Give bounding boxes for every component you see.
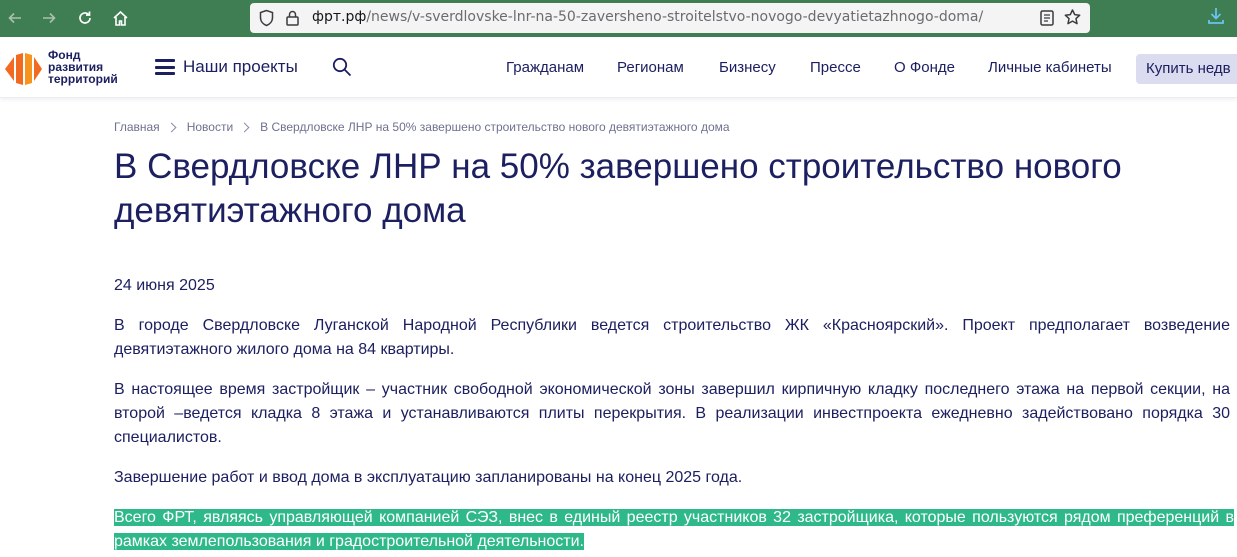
forward-button[interactable] xyxy=(36,6,62,30)
nav-item-press[interactable]: Прессе xyxy=(810,59,861,76)
chevron-right-icon xyxy=(239,122,250,132)
logo-line-3: территорий xyxy=(48,72,118,86)
nav-item-regions[interactable]: Регионам xyxy=(617,59,684,76)
lock-icon[interactable] xyxy=(285,9,300,27)
downloads-button[interactable] xyxy=(1206,6,1226,30)
address-bar[interactable]: фрт.рф/news/v-sverdlovske-lnr-na-50-zave… xyxy=(250,3,1090,33)
shield-icon[interactable] xyxy=(258,9,275,27)
reader-view-icon[interactable] xyxy=(1039,9,1055,27)
site-header: Фонд развития территорий Наши проекты Гр… xyxy=(0,37,1237,98)
home-button[interactable] xyxy=(107,6,133,30)
bookmark-star-icon[interactable] xyxy=(1063,8,1082,27)
reload-button[interactable] xyxy=(72,6,98,30)
chevron-right-icon xyxy=(166,122,177,132)
nav-item-business[interactable]: Бизнесу xyxy=(719,59,776,76)
arrow-right-icon xyxy=(43,12,56,24)
article-paragraph-selected: Всего ФРТ, являясь управляющей компанией… xyxy=(114,506,1234,554)
breadcrumb-home[interactable]: Главная xyxy=(114,120,160,134)
home-icon xyxy=(112,10,128,26)
nav-item-accounts[interactable]: Личные кабинеты xyxy=(988,59,1112,76)
article-paragraph: Завершение работ и ввод дома в эксплуата… xyxy=(114,469,743,486)
reload-icon xyxy=(79,11,91,24)
logo-wordmark[interactable]: Фонд развития территорий xyxy=(48,49,118,85)
buy-property-button[interactable]: Купить недв xyxy=(1136,54,1237,84)
article-paragraph: В городе Свердловске Луганской Народной … xyxy=(114,317,1230,358)
download-icon xyxy=(1208,8,1224,24)
url-domain: фрт.рф xyxy=(312,9,367,25)
back-button[interactable] xyxy=(2,6,28,30)
nav-item-about[interactable]: О Фонде xyxy=(894,59,955,76)
logo-mark-icon[interactable] xyxy=(3,52,43,86)
selected-text: Всего ФРТ, являясь управляющей компанией… xyxy=(114,509,1234,550)
url-text[interactable]: фрт.рф/news/v-sverdlovske-lnr-na-50-zave… xyxy=(312,9,983,25)
projects-menu-button[interactable]: Наши проекты xyxy=(155,57,298,77)
projects-label: Наши проекты xyxy=(183,57,298,76)
breadcrumb-news[interactable]: Новости xyxy=(187,120,233,134)
nav-item-citizens[interactable]: Гражданам xyxy=(506,59,584,76)
breadcrumb: Главная Новости В Свердловске ЛНР на 50%… xyxy=(114,120,730,134)
search-icon[interactable] xyxy=(332,57,352,77)
page-title: В Свердловске ЛНР на 50% завершено строи… xyxy=(114,147,1122,230)
url-path: /news/v-sverdlovske-lnr-na-50-zaversheno… xyxy=(366,9,984,25)
article-date: 24 июня 2025 xyxy=(114,277,215,294)
article-paragraph: В настоящее время застройщик – участник … xyxy=(114,381,1230,446)
hamburger-icon xyxy=(155,59,175,75)
breadcrumb-current: В Свердловске ЛНР на 50% завершено строи… xyxy=(260,120,730,134)
arrow-left-icon xyxy=(8,12,21,24)
browser-toolbar: фрт.рф/news/v-sverdlovske-lnr-na-50-zave… xyxy=(0,0,1237,37)
